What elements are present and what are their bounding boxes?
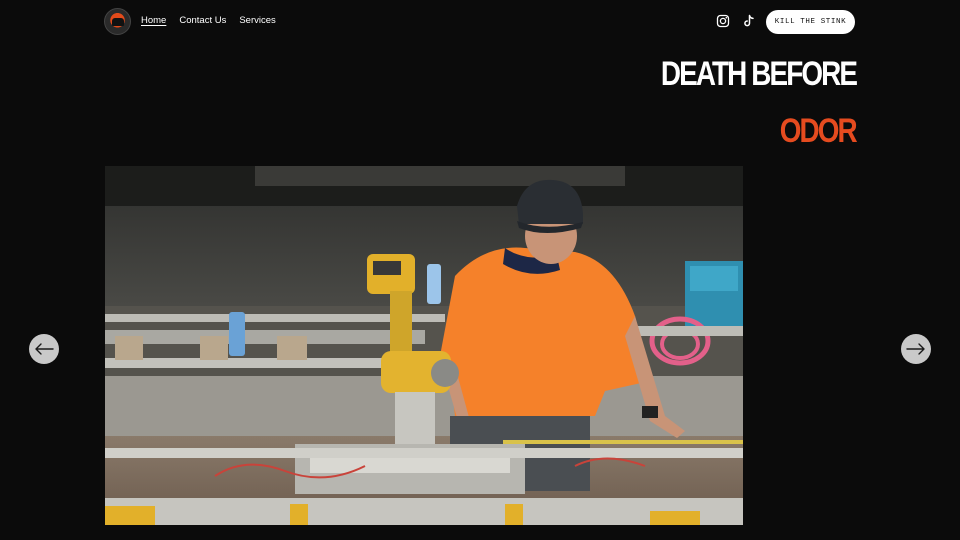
instagram-icon[interactable] [716,14,730,28]
arrow-right-icon [906,343,925,355]
logo-mark [112,18,124,26]
kill-the-stink-button[interactable]: KILL THE STINK [766,10,855,34]
arrow-left-icon [35,343,54,355]
brand-logo[interactable] [104,8,131,35]
nav-link-home[interactable]: Home [141,15,166,26]
carousel-next-button[interactable] [901,334,931,364]
main-nav: Home Contact Us Services [141,15,276,26]
nav-link-contact-us[interactable]: Contact Us [179,15,226,26]
site-header: Home Contact Us Services KILL THE STINK [0,0,960,44]
hero-title-line1: DEATH BEFORE [660,55,858,93]
tiktok-icon[interactable] [742,14,756,28]
nav-link-services[interactable]: Services [239,15,275,26]
hero-title-line2: ODOR [779,112,858,150]
photo-illustration [105,166,743,525]
hero-photo-worker-saw [105,166,743,525]
carousel-prev-button[interactable] [29,334,59,364]
